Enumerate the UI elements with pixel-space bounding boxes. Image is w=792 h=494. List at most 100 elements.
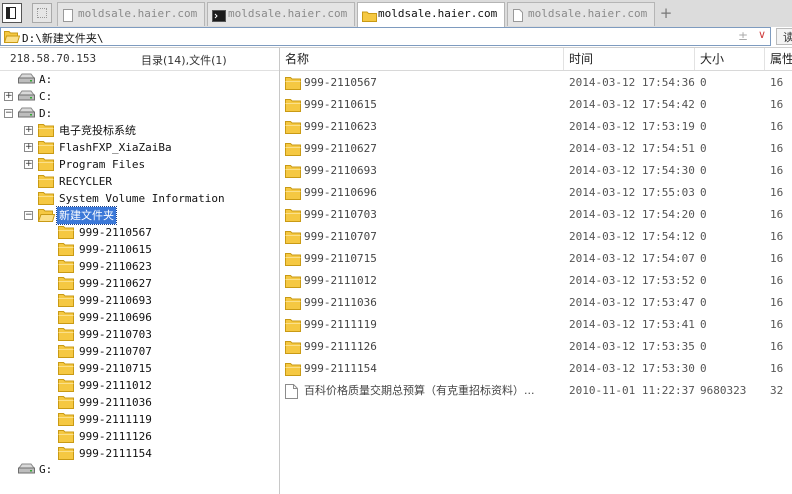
file-name: 999-2111126 — [304, 340, 377, 353]
tab-2[interactable]: moldsale.haier.com — [207, 2, 355, 26]
table-row[interactable]: 999-2110623 2014-03-12 17:53:19 0 16 — [280, 116, 792, 138]
file-name: 999-2110696 — [304, 186, 377, 199]
tree-item[interactable]: 999-2110623 — [0, 258, 278, 275]
file-attributes: 16 — [770, 142, 784, 155]
file-attributes: 16 — [770, 120, 784, 133]
file-time: 2010-11-01 11:22:37 — [569, 384, 695, 397]
tree-item[interactable]: 999-2110627 — [0, 275, 278, 292]
tree-item[interactable]: + 电子竞投标系统 — [0, 122, 278, 139]
table-row[interactable]: 999-2110693 2014-03-12 17:54:30 0 16 — [280, 160, 792, 182]
table-row[interactable]: 999-2111126 2014-03-12 17:53:35 0 16 — [280, 336, 792, 358]
tree-item[interactable]: 999-2110707 — [0, 343, 278, 360]
tree-item[interactable]: + Program Files — [0, 156, 278, 173]
tree-item[interactable]: + C: — [0, 88, 278, 105]
tree-item-label: 999-2111036 — [79, 396, 152, 409]
tree-item-label: 999-2111154 — [79, 447, 152, 460]
table-row[interactable]: 999-2110567 2014-03-12 17:54:36 0 16 — [280, 72, 792, 94]
expand-icon[interactable]: + — [4, 92, 13, 101]
tree-item[interactable]: 999-2110696 — [0, 309, 278, 326]
tab-1[interactable]: moldsale.haier.com — [57, 2, 205, 26]
tree-item[interactable]: 999-2111126 — [0, 428, 278, 445]
file-size: 0 — [700, 274, 707, 287]
table-row[interactable]: 999-2110703 2014-03-12 17:54:20 0 16 — [280, 204, 792, 226]
file-time: 2014-03-12 17:54:07 — [569, 252, 695, 265]
collapse-icon[interactable]: − — [24, 211, 33, 220]
file-size: 0 — [700, 362, 707, 375]
tree-item-label: A: — [39, 73, 53, 86]
file-size: 0 — [700, 186, 707, 199]
tree-item-label: D: — [39, 107, 53, 120]
table-row[interactable]: 百科价格质量交期总预算（有克重招标资料）... 2010-11-01 11:22:… — [280, 380, 792, 402]
page-icon — [62, 8, 74, 26]
tree-item-label: G: — [39, 463, 53, 476]
path-input[interactable]: D:\新建文件夹\ ± ∨ — [0, 27, 771, 46]
file-name: 999-2111154 — [304, 362, 377, 375]
layout-button[interactable] — [32, 3, 52, 23]
tree-item[interactable]: − D: — [0, 105, 278, 122]
table-row[interactable]: 999-2111154 2014-03-12 17:53:30 0 16 — [280, 358, 792, 380]
address-bar: D:\新建文件夹\ ± ∨ 读 — [0, 27, 792, 48]
expand-icon[interactable]: + — [24, 160, 33, 169]
tree-item[interactable]: 999-2111119 — [0, 411, 278, 428]
file-name: 999-2110627 — [304, 142, 377, 155]
file-time: 2014-03-12 17:53:19 — [569, 120, 695, 133]
history-icon[interactable]: ± — [738, 29, 748, 43]
table-row[interactable]: 999-2110715 2014-03-12 17:54:07 0 16 — [280, 248, 792, 270]
file-size: 0 — [700, 252, 707, 265]
column-time[interactable]: 时间 — [564, 48, 695, 70]
panel-toggle-button[interactable] — [2, 3, 22, 23]
table-row[interactable]: 999-2110696 2014-03-12 17:55:03 0 16 — [280, 182, 792, 204]
tree-item[interactable]: RECYCLER — [0, 173, 278, 190]
file-time: 2014-03-12 17:54:51 — [569, 142, 695, 155]
table-row[interactable]: 999-2110707 2014-03-12 17:54:12 0 16 — [280, 226, 792, 248]
tree-item[interactable]: 999-2111154 — [0, 445, 278, 462]
tree-item[interactable]: G: — [0, 461, 278, 478]
tree-item[interactable]: 999-2110715 — [0, 360, 278, 377]
column-name[interactable]: 名称 — [280, 48, 564, 70]
tree-item-label: 新建文件夹 — [56, 206, 117, 225]
table-row[interactable]: 999-2111119 2014-03-12 17:53:41 0 16 — [280, 314, 792, 336]
file-size: 0 — [700, 76, 707, 89]
tree-item-label: 999-2110615 — [79, 243, 152, 256]
table-row[interactable]: 999-2110627 2014-03-12 17:54:51 0 16 — [280, 138, 792, 160]
expand-icon[interactable]: + — [24, 126, 33, 135]
table-row[interactable]: 999-2111036 2014-03-12 17:53:47 0 16 — [280, 292, 792, 314]
file-size: 0 — [700, 120, 707, 133]
tree-item[interactable]: 999-2111012 — [0, 377, 278, 394]
tree-item[interactable]: 999-2110615 — [0, 241, 278, 258]
tree-item-label: 999-2110707 — [79, 345, 152, 358]
file-name: 999-2110615 — [304, 98, 377, 111]
read-button[interactable]: 读 — [776, 28, 792, 45]
tab-4[interactable]: moldsale.haier.com — [507, 2, 655, 26]
table-row[interactable]: 999-2111012 2014-03-12 17:53:52 0 16 — [280, 270, 792, 292]
file-attributes: 16 — [770, 340, 784, 353]
tree-item[interactable]: 999-2110567 — [0, 224, 278, 241]
file-list-header: 名称 时间 大小 属性 — [280, 48, 792, 71]
expand-icon[interactable]: + — [24, 143, 33, 152]
tree-item[interactable]: + FlashFXP_XiaZaiBa — [0, 139, 278, 156]
column-size[interactable]: 大小 — [695, 48, 765, 70]
tree-item[interactable]: − 新建文件夹 — [0, 206, 278, 225]
new-tab-button[interactable]: + — [659, 3, 673, 23]
tree-item-label: 999-2110627 — [79, 277, 152, 290]
file-name: 999-2110623 — [304, 120, 377, 133]
tree-item-label: 999-2111119 — [79, 413, 152, 426]
tree-item[interactable]: 999-2110693 — [0, 292, 278, 309]
file-name: 999-2110707 — [304, 230, 377, 243]
folder-icon — [362, 8, 377, 28]
file-name: 999-2111119 — [304, 318, 377, 331]
collapse-icon[interactable]: − — [4, 109, 13, 118]
tab-3[interactable]: moldsale.haier.com — [357, 2, 505, 28]
tree-item[interactable]: 999-2111036 — [0, 394, 278, 411]
table-row[interactable]: 999-2110615 2014-03-12 17:54:42 0 16 — [280, 94, 792, 116]
tree-item[interactable]: A: — [0, 71, 278, 88]
column-attributes[interactable]: 属性 — [765, 48, 792, 70]
file-size: 0 — [700, 98, 707, 111]
file-attributes: 16 — [770, 318, 784, 331]
file-attributes: 16 — [770, 362, 784, 375]
file-size: 0 — [700, 164, 707, 177]
chevron-down-icon[interactable]: ∨ — [758, 28, 766, 41]
tree-item[interactable]: System Volume Information — [0, 190, 278, 207]
file-time: 2014-03-12 17:54:30 — [569, 164, 695, 177]
tree-item[interactable]: 999-2110703 — [0, 326, 278, 343]
